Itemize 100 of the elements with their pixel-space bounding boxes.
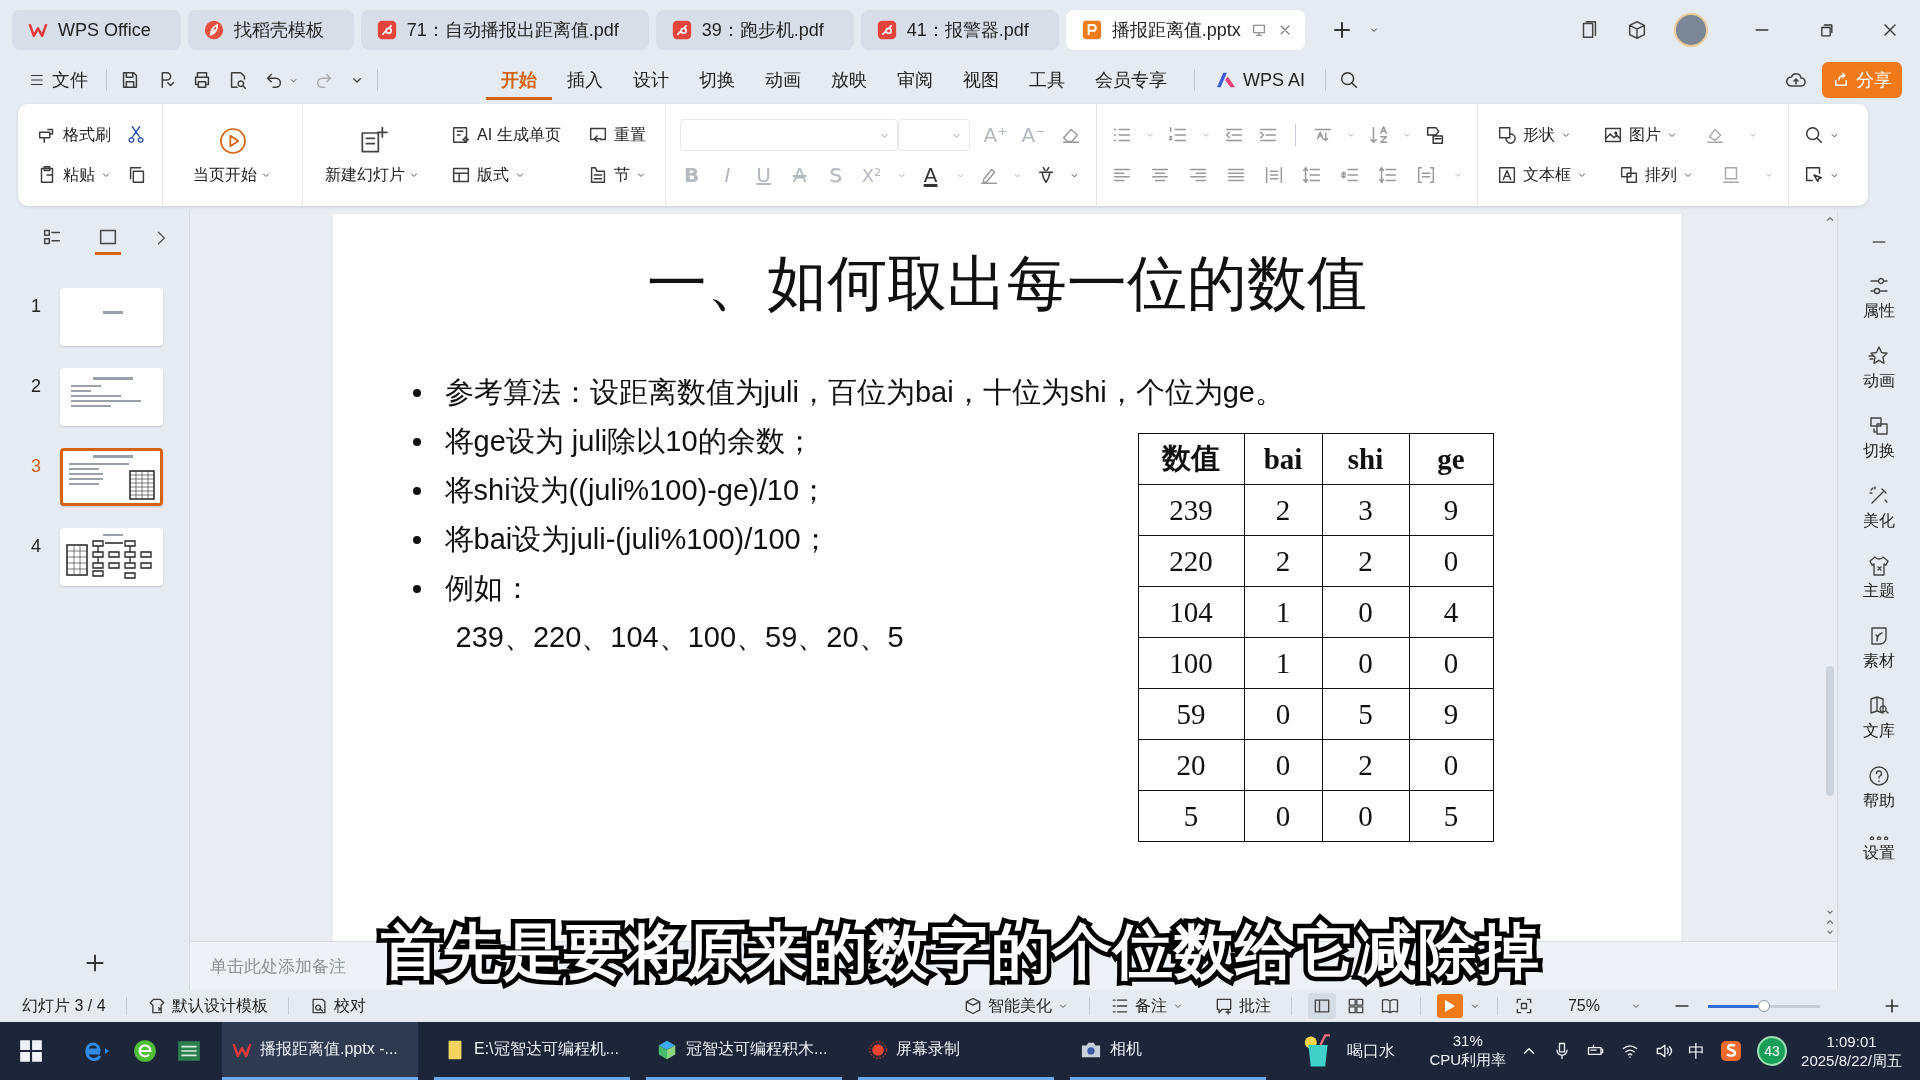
text-box-button[interactable]: 文本框 <box>1491 162 1592 188</box>
input-method-icon[interactable] <box>1719 1039 1744 1063</box>
bullet-text: 将ge设为 juli除以10的余数； <box>444 423 814 459</box>
transition-icon <box>1867 414 1891 438</box>
table-cell: 5 <box>1409 790 1493 842</box>
slide-thumbnail[interactable] <box>60 368 163 426</box>
table-cell: 2 <box>1244 535 1322 587</box>
template-button[interactable]: 默认设计模板 <box>142 993 272 1019</box>
comments-button[interactable]: 批注 <box>1209 993 1275 1019</box>
side-panel-button[interactable]: 帮助 <box>1863 764 1895 812</box>
line-spacing-icon[interactable] <box>1300 164 1323 186</box>
document-tab[interactable]: 找稻壳模板 <box>187 10 354 50</box>
table-cell: 0 <box>1244 739 1322 791</box>
ribbon-tab[interactable]: 审阅 <box>882 60 948 100</box>
taskbar-app[interactable]: 冠智达可编程积木... <box>646 1022 842 1080</box>
notes-button[interactable]: 备注 <box>1105 993 1188 1019</box>
table-cell: 9 <box>1409 484 1493 536</box>
zoom-dropdown[interactable]: 75% <box>1563 995 1646 1017</box>
play-button[interactable] <box>1436 994 1463 1018</box>
slides-file-icon <box>1081 20 1102 40</box>
taskbar-app[interactable]: 相机 <box>1070 1022 1266 1080</box>
ai-logo-icon <box>1215 71 1237 89</box>
format-painter-button[interactable]: 格式刷 <box>32 122 115 148</box>
sort-icon[interactable] <box>1367 124 1390 146</box>
ai-page-button[interactable]: AI 生成单页 <box>446 122 565 148</box>
scroll-up-icon[interactable] <box>1825 214 1835 224</box>
document-tab[interactable]: 播报距离值.pptx <box>1065 10 1305 50</box>
bullet-text: 例如： <box>444 570 532 606</box>
new-slide-button[interactable]: 新建幻灯片 <box>317 124 428 186</box>
monitor-icon[interactable] <box>1250 22 1267 38</box>
font-size-field[interactable] <box>897 119 970 151</box>
clock-time[interactable]: 1:09:01 <box>1826 1031 1877 1051</box>
zoom-slider[interactable] <box>1708 1000 1820 1012</box>
shirt-icon <box>1867 554 1891 578</box>
side-panel-button[interactable]: 文库 <box>1863 694 1895 742</box>
document-tab[interactable]: 71：自动播报出距离值.pdf <box>360 10 649 50</box>
ribbon-tab[interactable]: 动画 <box>750 60 816 100</box>
table-cell: 20 <box>1138 739 1244 791</box>
slide-thumbnail[interactable] <box>60 528 163 586</box>
document-tab[interactable]: 39：跑步机.pdf <box>655 10 854 50</box>
windows-start-icon[interactable] <box>18 1038 44 1064</box>
taskbar-app[interactable]: 播报距离值.pptx -... <box>222 1022 418 1080</box>
cube-logo-icon <box>656 1038 678 1061</box>
view-button[interactable] <box>1307 993 1336 1019</box>
file-menu-button[interactable]: 文件 <box>22 64 94 96</box>
table-cell: 0 <box>1322 637 1409 689</box>
slide-thumbnail[interactable] <box>60 448 163 506</box>
side-panel-button[interactable]: 动画 <box>1863 344 1895 392</box>
ai-button[interactable]: WPS AI <box>1207 63 1313 97</box>
input-language[interactable]: 中 <box>1688 1039 1706 1063</box>
pdf-file-icon <box>376 20 397 40</box>
previous-slide-icon[interactable] <box>1825 917 1835 927</box>
table-cell: 3 <box>1322 484 1409 536</box>
arrange-button[interactable]: 排列 <box>1613 162 1698 188</box>
widget-label[interactable]: 喝口水 <box>1347 1040 1396 1062</box>
section-button[interactable]: 节 <box>582 162 651 188</box>
ribbon-tab[interactable]: 插入 <box>552 60 618 100</box>
taskbar-app[interactable]: 屏幕录制 <box>858 1022 1054 1080</box>
slide-thumbnail[interactable] <box>60 288 163 346</box>
ribbon-tab[interactable]: 设计 <box>618 60 684 100</box>
layout-button[interactable]: 版式 <box>446 162 530 188</box>
line-height-icon[interactable] <box>1376 164 1399 186</box>
ribbon-tab[interactable]: 切换 <box>684 60 750 100</box>
side-panel-button[interactable]: 设置 <box>1863 834 1895 864</box>
ribbon-tab[interactable]: 工具 <box>1014 60 1080 100</box>
table-cell: 5 <box>1138 790 1244 842</box>
record-icon <box>868 1039 888 1060</box>
bullet-dot <box>412 535 421 544</box>
table-cell: 1 <box>1244 586 1322 638</box>
search-icon[interactable] <box>1338 69 1360 91</box>
avatar-icon[interactable] <box>1674 13 1708 47</box>
table-cell: 0 <box>1244 688 1322 740</box>
spreadsheet-app-icon[interactable] <box>176 1038 202 1064</box>
scrollbar-thumb[interactable] <box>1826 665 1834 796</box>
taskbar-app[interactable]: E:\冠智达可编程机... <box>434 1022 630 1080</box>
side-panel-button[interactable]: 主题 <box>1863 554 1895 602</box>
font-name-field[interactable] <box>679 119 898 151</box>
table-cell: 0 <box>1409 535 1493 587</box>
side-panel-button[interactable]: 属性 <box>1863 274 1895 322</box>
side-panel-button[interactable]: 切换 <box>1863 414 1895 462</box>
reset-button[interactable]: 重置 <box>582 122 650 148</box>
document-tab[interactable]: 41：报警器.pdf <box>860 10 1059 50</box>
cube-icon[interactable] <box>1626 19 1648 41</box>
side-panel-button[interactable]: 美化 <box>1863 484 1895 532</box>
bullet-dot <box>412 486 421 495</box>
shape-button[interactable]: 形状 <box>1491 122 1576 148</box>
clock-date[interactable]: 2025/8/22/周五 <box>1801 1051 1902 1071</box>
ribbon-tab[interactable]: 会员专享 <box>1080 60 1182 100</box>
ribbon-tab[interactable]: 视图 <box>948 60 1014 100</box>
proofread-button[interactable]: 校对 <box>304 993 370 1019</box>
globe-e-icon[interactable] <box>132 1038 158 1064</box>
ribbon-tab[interactable]: 放映 <box>816 60 882 100</box>
picture-button[interactable]: 图片 <box>1597 122 1682 148</box>
smart-beautify-button[interactable]: 智能美化 <box>958 993 1073 1019</box>
paste-button[interactable]: 粘贴 <box>32 162 116 188</box>
document-tab[interactable]: WPS Office <box>12 10 181 50</box>
table-cell: 59 <box>1138 688 1244 740</box>
format-button[interactable]: A <box>918 163 943 187</box>
start-slideshow-button[interactable]: 当页开始 <box>185 124 280 186</box>
side-panel-button[interactable]: 素材 <box>1863 624 1895 672</box>
